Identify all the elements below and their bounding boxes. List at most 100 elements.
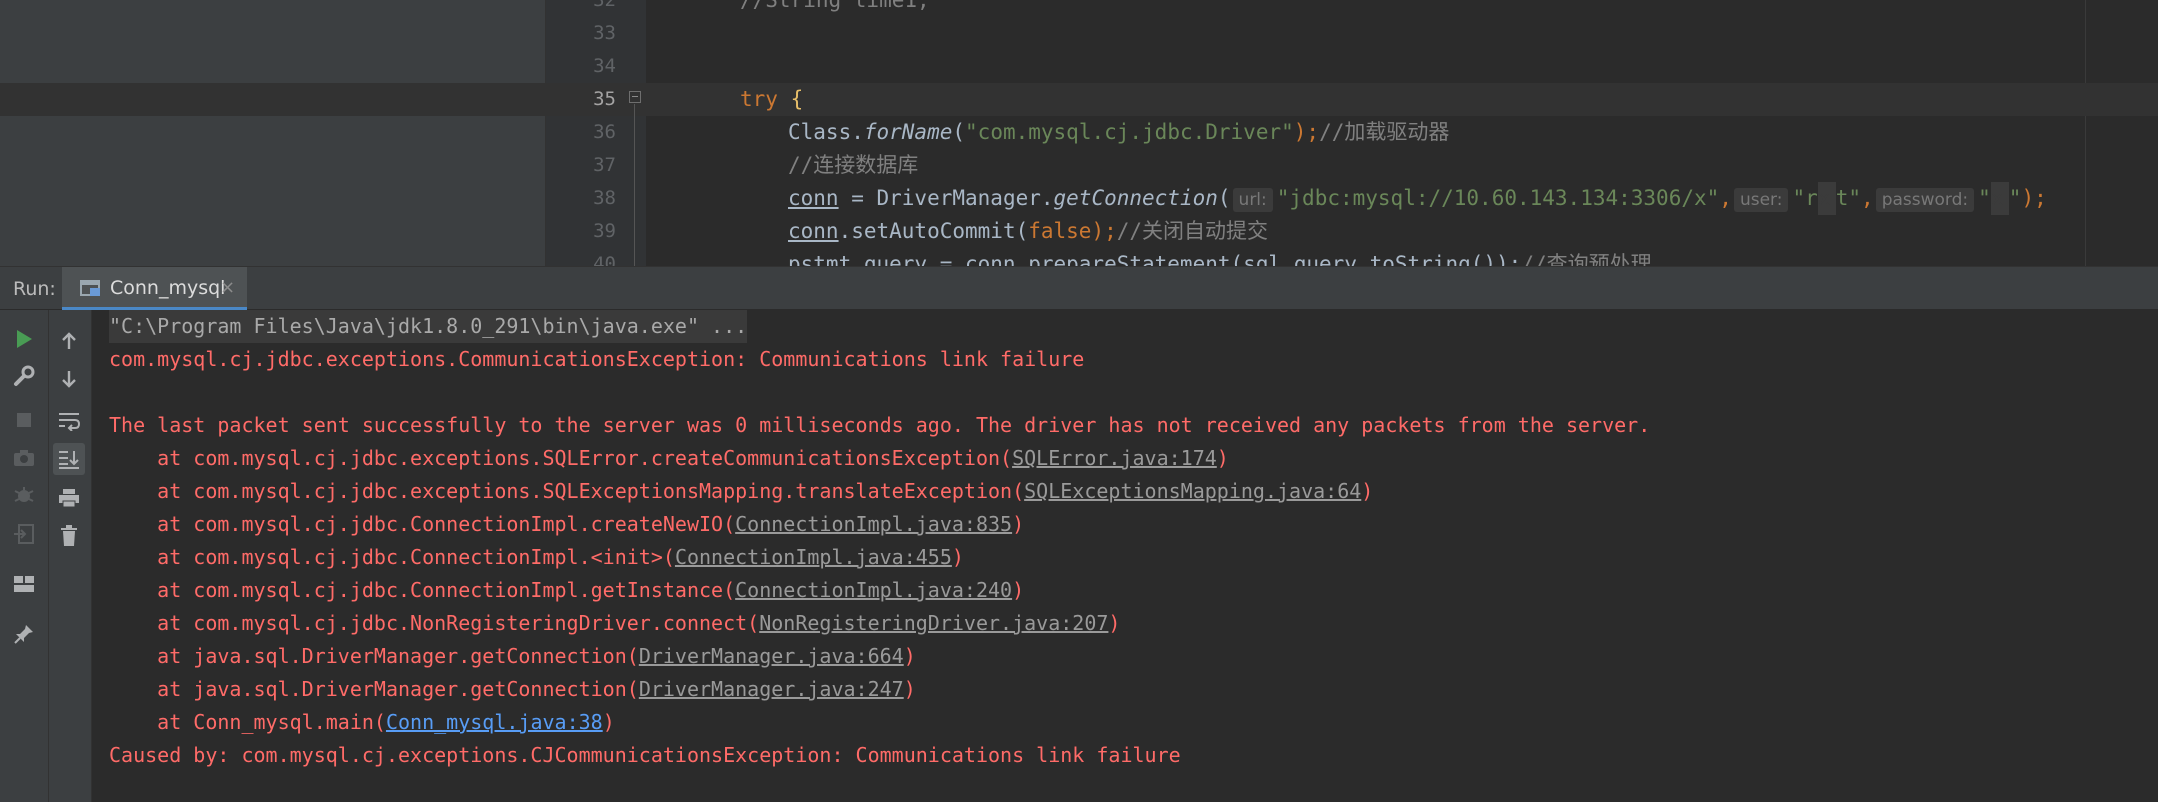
down-arrow-icon[interactable] (53, 363, 85, 395)
exception-line: com.mysql.cj.jdbc.exceptions.Communicati… (109, 347, 1085, 371)
paren: ) (903, 644, 916, 668)
source-link[interactable]: SQLExceptionsMapping.java:64 (1024, 479, 1361, 503)
source-link[interactable]: DriverManager.java:664 (639, 644, 904, 668)
brace: { (790, 87, 804, 111)
line-number: 36 (593, 121, 616, 143)
stack-frame: at java.sql.DriverManager.getConnection( (109, 677, 639, 701)
paren: ) (602, 710, 615, 734)
close-icon[interactable]: × (220, 267, 235, 309)
stack-frame: at com.mysql.cj.jdbc.exceptions.SQLError… (109, 446, 1013, 470)
layout-icon[interactable] (8, 568, 40, 600)
code-text: conn.setAutoCommit(false);//关闭自动提交 (788, 215, 1268, 248)
line-number: 32 (593, 0, 616, 11)
stack-trace-line: at com.mysql.cj.jdbc.exceptions.SQLExcep… (109, 475, 1373, 508)
stack-trace-line: at com.mysql.cj.jdbc.NonRegisteringDrive… (109, 607, 1120, 640)
debug-icon[interactable] (8, 480, 40, 512)
method-name: forName (863, 120, 953, 144)
paren-semicolon: ); (2021, 186, 2047, 210)
line-number: 33 (593, 22, 616, 44)
line-number: 38 (593, 187, 616, 209)
stack-frame: at com.mysql.cj.jdbc.exceptions.SQLExcep… (109, 479, 1025, 503)
paren-semicolon: ); (1091, 219, 1117, 243)
paren: ) (1012, 512, 1025, 536)
tab-label: Conn_mysql (110, 277, 226, 299)
code-text: pstmt_query = conn.prepareStatement(sql_… (788, 252, 1522, 266)
redaction-mask: x (1817, 182, 1836, 215)
line-number: 34 (593, 55, 616, 77)
trash-icon[interactable] (53, 520, 85, 552)
tab-conn-mysql[interactable]: Conn_mysql × (62, 267, 247, 311)
code-line[interactable]: 40 pstmt_query = conn.prepareStatement(s… (0, 248, 2158, 266)
code-editor[interactable]: 32 //String time1; 33 34 35 try { 36 Cla… (0, 0, 2158, 266)
comma: , (1861, 186, 1874, 210)
method-name: getConnection (1053, 186, 1218, 210)
source-link[interactable]: SQLError.java:174 (1012, 446, 1217, 470)
parameter-hint-user: user: (1733, 188, 1789, 212)
camera-icon[interactable] (8, 442, 40, 474)
paren: ) (1216, 446, 1229, 470)
stack-trace-line: at Conn_mysql.main(Conn_mysql.java:38) (109, 706, 615, 739)
string-literal: "com.mysql.cj.jdbc.Driver" (965, 120, 1294, 144)
code-line[interactable]: 38 conn = DriverManager.getConnection(ur… (0, 182, 2158, 215)
paren: ) (1108, 611, 1121, 635)
stack-trace-line: at com.mysql.cj.jdbc.ConnectionImpl.crea… (109, 508, 1024, 541)
source-link[interactable]: DriverManager.java:247 (639, 677, 904, 701)
source-link[interactable]: ConnectionImpl.java:455 (675, 545, 952, 569)
stack-frame: at com.mysql.cj.jdbc.NonRegisteringDrive… (109, 611, 760, 635)
code-comment: //关闭自动提交 (1116, 219, 1269, 243)
exit-icon[interactable] (8, 518, 40, 550)
redaction-mask: x (1990, 182, 2009, 215)
code-text: = DriverManager. (838, 186, 1054, 210)
stack-frame: at com.mysql.cj.jdbc.ConnectionImpl.crea… (109, 512, 736, 536)
string-literal: "r (1792, 186, 1818, 210)
paren: ( (1217, 186, 1231, 210)
parameter-hint-password: password: (1875, 188, 1975, 212)
command-line[interactable]: "C:\Program Files\Java\jdk1.8.0_291\bin\… (109, 310, 748, 343)
code-comment: //String time1; (740, 0, 930, 12)
comma: , (1719, 186, 1732, 210)
console-output[interactable]: "C:\Program Files\Java\jdk1.8.0_291\bin\… (92, 310, 2158, 802)
variable-conn: conn (788, 186, 839, 210)
paren: ) (1012, 578, 1025, 602)
pin-icon[interactable] (8, 618, 40, 650)
code-line[interactable]: 36 Class.forName("com.mysql.cj.jdbc.Driv… (0, 116, 2158, 149)
code-comment: //连接数据库 (788, 153, 919, 177)
scroll-to-end-icon[interactable] (53, 443, 85, 475)
line-number: 37 (593, 154, 616, 176)
code-comment: //查询预处理 (1521, 252, 1652, 266)
run-label: Run: (13, 278, 56, 300)
stack-frame: at Conn_mysql.main( (109, 710, 386, 734)
up-arrow-icon[interactable] (53, 325, 85, 357)
code-text: conn = DriverManager.getConnection(url: "… (788, 182, 2047, 215)
paren: ) (903, 677, 916, 701)
code-comment: //加载驱动器 (1319, 120, 1450, 144)
run-icon[interactable] (8, 323, 40, 355)
string-literal: t" (1835, 186, 1862, 210)
variable-conn: conn (788, 219, 839, 243)
source-link[interactable]: ConnectionImpl.java:240 (735, 578, 1012, 602)
code-line[interactable]: 32 //String time1; (0, 0, 2158, 17)
code-line[interactable]: 37 //连接数据库 (0, 149, 2158, 182)
source-link[interactable]: ConnectionImpl.java:835 (735, 512, 1012, 536)
paren: ) (951, 545, 964, 569)
run-toolbar-left (0, 310, 49, 802)
error-message: The last packet sent successfully to the… (109, 413, 1651, 437)
line-number: 39 (593, 220, 616, 242)
string-literal: "jdbc:mysql://10.60.143.134:3306/x" (1276, 186, 1720, 210)
string-literal: " (1978, 186, 1991, 210)
soft-wrap-icon[interactable] (53, 405, 85, 437)
code-text: pstmt_query = conn.prepareStatement(sql_… (788, 248, 1652, 266)
source-link[interactable]: NonRegisteringDriver.java:207 (759, 611, 1108, 635)
stop-icon[interactable] (8, 404, 40, 436)
paren-semicolon: ); (1293, 120, 1320, 144)
string-literal: " (2008, 186, 2022, 210)
paren: ) (1361, 479, 1374, 503)
wrench-icon[interactable] (8, 360, 40, 392)
code-line[interactable]: 34 (0, 50, 2158, 83)
code-line[interactable]: 39 conn.setAutoCommit(false);//关闭自动提交 (0, 215, 2158, 248)
print-icon[interactable] (53, 482, 85, 514)
code-line[interactable]: 33 (0, 17, 2158, 50)
source-link-user-code[interactable]: Conn_mysql.java:38 (386, 710, 603, 734)
code-line-current[interactable]: 35 try { (0, 83, 2158, 116)
fold-icon[interactable] (629, 91, 641, 103)
